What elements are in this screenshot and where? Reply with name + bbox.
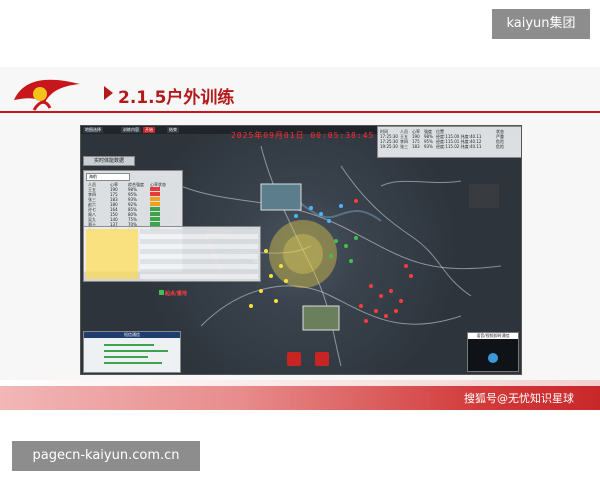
stop-icon[interactable] — [315, 352, 329, 366]
sms-panel: 短信通信 — [83, 331, 181, 373]
video-call-panel: 语音/视频即时通信 — [467, 332, 519, 372]
sms-message-bar — [104, 356, 148, 358]
start-button[interactable]: 开始 — [143, 127, 155, 133]
watermark: 搜狐号@无忧知识星球 — [464, 392, 574, 405]
end-button[interactable]: 结束 — [167, 127, 179, 133]
highlight-block — [86, 229, 138, 279]
table-cell: 经度:115.02 纬度:40.11 — [436, 144, 482, 149]
vitals-table: 人员 心率 综合强度 心率状态 王五 190 98% 李四 175 95% 张三 183 93%… — [88, 182, 180, 232]
camera-icon[interactable] — [488, 353, 498, 363]
section-title: 2.1.5户外训练 — [118, 88, 235, 108]
start-point-label: 起点/重地 — [165, 291, 187, 297]
title-arrow-icon — [104, 86, 113, 100]
table-cell: 183 — [412, 144, 420, 149]
table-row[interactable]: 19:25:30 张三 183 93% 经度:115.02 纬度:40.11 危险 — [380, 144, 520, 149]
title-divider — [0, 111, 600, 113]
sms-title: 短信通信 — [84, 332, 180, 338]
status-indicator — [150, 192, 160, 196]
status-indicator — [150, 197, 160, 201]
realtime-data-button[interactable]: 实时体能数据 — [83, 156, 135, 166]
detail-stats-panel — [83, 226, 261, 282]
table-cell: 张三 — [400, 144, 408, 149]
flag-logo-icon — [14, 79, 80, 111]
table-cell: 93% — [424, 144, 433, 149]
status-indicator — [150, 207, 160, 211]
brand-badge-top: kaiyun集团 — [492, 9, 590, 39]
status-indicator — [150, 202, 160, 206]
alerts-panel: 时间 人员 心率 强度 位置 状态 17:25:30 王五 190 98% 经度:115… — [377, 126, 521, 158]
status-indicator — [150, 187, 160, 191]
status-indicator — [150, 212, 160, 216]
start-point-icon — [159, 290, 164, 295]
status-indicator — [150, 217, 160, 221]
stats-grid — [140, 229, 258, 279]
live-clock: 2025年09月01日 00:05:38:45 — [231, 131, 375, 140]
brand-badge-bottom: pagecn-kaiyun.com.cn — [12, 441, 200, 471]
training-content-button[interactable]: 训练内容 — [121, 127, 141, 133]
table-cell: 危险 — [496, 144, 504, 149]
record-icon[interactable] — [287, 352, 301, 366]
sms-message-bar — [104, 344, 154, 346]
map-select-button[interactable]: 地图选择 — [83, 127, 103, 133]
team-select[interactable]: 海豹 — [86, 173, 130, 181]
sms-message-bar — [104, 350, 168, 352]
video-title: 语音/视频即时通信 — [468, 333, 518, 339]
alerts-table: 时间 人员 心率 强度 位置 状态 17:25:30 王五 190 98% 经度:115… — [380, 129, 520, 149]
table-cell: 19:25:30 — [380, 144, 398, 149]
gis-screenshot: 地图选择 训练内容 开始 结束 2025年09月01日 00:05:38:45 … — [80, 125, 522, 375]
sms-message-bar — [104, 362, 162, 364]
